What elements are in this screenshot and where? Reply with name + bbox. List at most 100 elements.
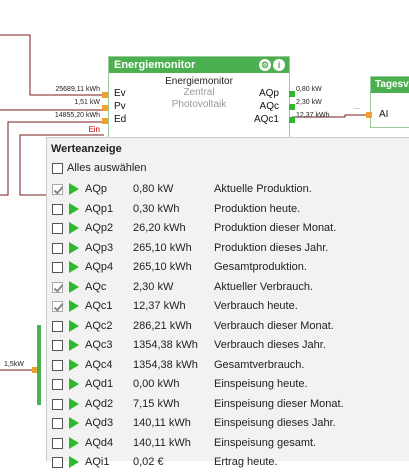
output-arrow-icon xyxy=(69,241,79,254)
value-row[interactable]: AQd4 140,11 kWh Einspeisung gesamt. xyxy=(47,434,409,453)
row-checkbox[interactable] xyxy=(52,457,63,468)
row-description: Aktueller Verbrauch. xyxy=(214,280,314,293)
row-name: AQi1 xyxy=(85,456,110,468)
row-value: 265,10 kWh xyxy=(133,261,192,273)
row-checkbox[interactable] xyxy=(52,418,63,429)
row-description: Gesamtproduktion. xyxy=(214,261,307,273)
row-name: AQd4 xyxy=(85,436,114,449)
row-checkbox[interactable] xyxy=(52,301,63,312)
row-value: 1354,38 kWh xyxy=(133,339,198,351)
row-description: Einspeisung heute. xyxy=(214,378,308,390)
row-checkbox[interactable] xyxy=(52,320,63,332)
value-row[interactable]: AQc4 1354,38 kWh Gesamtverbrauch. xyxy=(47,356,409,375)
energiemonitor-block[interactable]: Energiemonitor ⚙ i Energiemonitor Zentra… xyxy=(108,56,290,142)
wire-dots: ... xyxy=(354,104,360,111)
output-arrow-icon xyxy=(69,319,79,332)
left-block-edge xyxy=(37,325,41,405)
input-label-ein: Ein xyxy=(88,125,100,134)
input-value-ed: 14855,20 kWh xyxy=(54,112,100,119)
row-name: AQc xyxy=(85,280,107,293)
output-arrow-icon xyxy=(69,378,79,390)
output-value-aqp: 0,80 kW xyxy=(296,86,322,93)
output-pin-aqc[interactable] xyxy=(289,104,295,110)
row-checkbox[interactable] xyxy=(52,203,63,215)
output-arrow-icon xyxy=(69,456,79,468)
row-checkbox[interactable] xyxy=(52,281,63,293)
output-arrow-icon xyxy=(69,417,79,429)
row-value: 140,11 kWh xyxy=(133,436,191,449)
row-description: Produktion dieses Jahr. xyxy=(214,241,329,254)
row-description: Einspeisung dieses Jahr. xyxy=(214,417,336,429)
row-checkbox[interactable] xyxy=(52,223,63,234)
output-arrow-icon xyxy=(69,222,79,234)
value-row[interactable]: AQp1 0,30 kWh Produktion heute. xyxy=(47,200,409,219)
row-name: AQd2 xyxy=(85,397,114,410)
output-pin-aqp[interactable] xyxy=(289,91,295,97)
row-name: AQc4 xyxy=(85,358,113,371)
value-row[interactable]: AQd1 0,00 kWh Einspeisung heute. xyxy=(47,375,409,394)
row-name: AQp4 xyxy=(85,261,114,273)
value-row[interactable]: AQi1 0,02 € Ertrag heute. xyxy=(47,453,409,472)
row-checkbox[interactable] xyxy=(52,242,63,254)
output-arrow-icon xyxy=(69,397,79,410)
output-pin-aqc1[interactable] xyxy=(289,117,295,123)
port-ev: Ev xyxy=(114,88,126,99)
row-value: 26,20 kWh xyxy=(133,222,186,234)
tagesverbrauch-block[interactable]: Tagesv AI xyxy=(370,76,409,128)
value-row[interactable]: AQp4 265,10 kWh Gesamtproduktion. xyxy=(47,258,409,277)
value-row[interactable]: AQc 2,30 kW Aktueller Verbrauch. xyxy=(47,278,409,297)
row-name: AQp1 xyxy=(85,202,114,215)
row-description: Verbrauch heute. xyxy=(214,300,298,312)
value-row[interactable]: AQp3 265,10 kWh Produktion dieses Jahr. xyxy=(47,239,409,258)
output-arrow-icon xyxy=(69,202,79,215)
block-subtitle: Energiemonitor xyxy=(165,76,233,87)
row-description: Gesamtverbrauch. xyxy=(214,358,305,371)
output-arrow-icon xyxy=(69,300,79,312)
row-value: 1354,38 kWh xyxy=(133,358,198,371)
row-value: 286,21 kWh xyxy=(133,319,192,332)
row-name: AQp2 xyxy=(85,222,114,234)
value-row[interactable]: AQc1 12,37 kWh Verbrauch heute. xyxy=(47,297,409,316)
value-row[interactable]: AQc3 1354,38 kWh Verbrauch dieses Jahr. xyxy=(47,336,409,355)
port-aqc1: AQc1 xyxy=(253,114,279,125)
row-description: Verbrauch dieser Monat. xyxy=(214,319,334,332)
row-value: 0,02 € xyxy=(133,456,164,468)
row-value: 7,15 kWh xyxy=(133,397,180,410)
select-all-row[interactable]: Alles auswählen xyxy=(47,159,409,178)
row-checkbox[interactable] xyxy=(52,379,63,390)
left-wire-value: 1,5kW xyxy=(4,361,24,368)
row-name: AQd3 xyxy=(85,417,114,429)
row-description: Produktion heute. xyxy=(214,202,301,215)
row-checkbox[interactable] xyxy=(52,184,63,195)
row-value: 0,80 kW xyxy=(133,183,174,195)
select-all-checkbox[interactable] xyxy=(52,163,63,174)
row-name: AQc1 xyxy=(85,300,113,312)
output-arrow-icon xyxy=(69,261,79,273)
value-row[interactable]: AQp 0,80 kW Aktuelle Produktion. xyxy=(47,180,409,199)
row-description: Einspeisung dieser Monat. xyxy=(214,397,344,410)
row-checkbox[interactable] xyxy=(52,398,63,410)
row-description: Produktion dieser Monat. xyxy=(214,222,337,234)
value-row[interactable]: AQd2 7,15 kWh Einspeisung dieser Monat. xyxy=(47,395,409,414)
row-value: 0,30 kWh xyxy=(133,202,180,215)
werteanzeige-panel: Werteanzeige Alles auswählen AQp 0,80 kW A… xyxy=(46,137,409,468)
row-checkbox[interactable] xyxy=(52,340,63,351)
row-name: AQp xyxy=(85,183,108,195)
value-row[interactable]: AQd3 140,11 kWh Einspeisung dieses Jahr. xyxy=(47,414,409,433)
gear-icon[interactable]: ⚙ xyxy=(259,59,271,71)
info-icon[interactable]: i xyxy=(273,59,285,71)
row-name: AQd1 xyxy=(85,378,114,390)
row-checkbox[interactable] xyxy=(52,359,63,371)
row-checkbox[interactable] xyxy=(52,437,63,449)
value-row[interactable]: AQp2 26,20 kWh Produktion dieser Monat. xyxy=(47,219,409,238)
row-checkbox[interactable] xyxy=(52,262,63,273)
input-value-ev: 25689,11 kWh xyxy=(55,86,100,93)
port-aqc: AQc xyxy=(259,101,279,112)
select-all-label: Alles auswählen xyxy=(67,162,147,174)
port-pv: Pv xyxy=(114,101,126,112)
input-pin-ai[interactable] xyxy=(366,112,372,118)
value-row[interactable]: AQc2 286,21 kWh Verbrauch dieser Monat. xyxy=(47,317,409,336)
block-header[interactable]: Energiemonitor ⚙ i xyxy=(109,57,289,73)
output-arrow-icon xyxy=(69,358,79,371)
row-description: Verbrauch dieses Jahr. xyxy=(214,339,326,351)
